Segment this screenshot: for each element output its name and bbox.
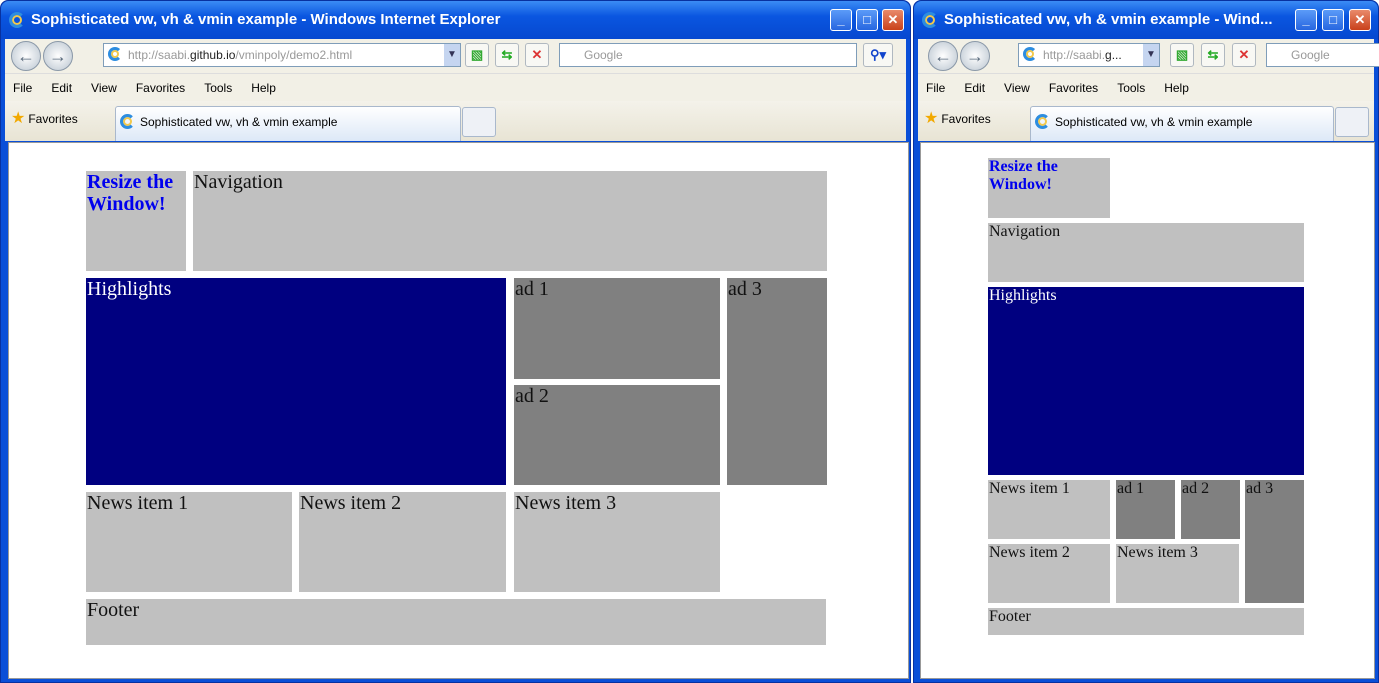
- title-bar: Sophisticated vw, vh & vmin example - Wi…: [914, 1, 1378, 39]
- url-domain: g...: [1105, 48, 1122, 62]
- ad-1: ad 1: [1116, 480, 1175, 539]
- menu-help[interactable]: Help: [1164, 81, 1189, 95]
- menu-edit[interactable]: Edit: [51, 81, 72, 95]
- compatibility-view-button[interactable]: ▧: [465, 43, 489, 67]
- ad-2: ad 2: [514, 385, 720, 485]
- minimize-button[interactable]: _: [1295, 9, 1317, 31]
- stop-button[interactable]: ✕: [1232, 43, 1256, 67]
- maximize-button[interactable]: □: [1322, 9, 1344, 31]
- maximize-button[interactable]: □: [856, 9, 878, 31]
- ie-icon: [120, 114, 135, 129]
- compatibility-view-button[interactable]: ▧: [1170, 43, 1194, 67]
- menu-edit[interactable]: Edit: [964, 81, 985, 95]
- favorites-bar: ★ Favorites Sophisticated vw, vh & vmin e…: [918, 101, 1374, 141]
- back-button[interactable]: ←: [11, 41, 41, 71]
- news-item-3: News item 3: [1116, 544, 1239, 603]
- ie-icon: [1035, 114, 1050, 129]
- ad-2: ad 2: [1181, 480, 1240, 539]
- news-item-3: News item 3: [514, 492, 720, 592]
- navigation-box: Navigation: [988, 223, 1304, 282]
- minimize-button[interactable]: _: [830, 9, 852, 31]
- menu-view[interactable]: View: [1004, 81, 1030, 95]
- highlights-box: Highlights: [86, 278, 506, 485]
- address-bar[interactable]: http://saabi.github.io/vminpoly/demo2.ht…: [103, 43, 461, 67]
- menu-file[interactable]: File: [926, 81, 945, 95]
- footer-box: Footer: [988, 608, 1304, 635]
- stop-button[interactable]: ✕: [525, 43, 549, 67]
- forward-button[interactable]: →: [43, 41, 73, 71]
- star-icon: ★: [11, 110, 26, 127]
- title-bar: Sophisticated vw, vh & vmin example - Wi…: [1, 1, 910, 39]
- tab-label: Sophisticated vw, vh & vmin example: [1055, 115, 1253, 129]
- favorites-button[interactable]: ★ Favorites: [924, 111, 991, 127]
- highlights-box: Highlights: [988, 287, 1304, 475]
- star-icon: ★: [924, 110, 939, 127]
- news-item-2: News item 2: [988, 544, 1110, 603]
- navigation-bar: ← → http://saabi.g... ▼ ▧ ⇆ ✕ Google: [918, 39, 1379, 73]
- tab-active[interactable]: Sophisticated vw, vh & vmin example: [115, 106, 461, 141]
- navigation-box: Navigation: [193, 171, 827, 271]
- news-item-1: News item 1: [86, 492, 292, 592]
- close-button[interactable]: ✕: [882, 9, 904, 31]
- refresh-button[interactable]: ⇆: [1201, 43, 1225, 67]
- search-input[interactable]: Google: [559, 43, 857, 67]
- favorites-label: Favorites: [28, 112, 78, 126]
- menu-help[interactable]: Help: [251, 81, 276, 95]
- search-placeholder: Google: [584, 48, 623, 62]
- tab-label: Sophisticated vw, vh & vmin example: [140, 115, 338, 129]
- menu-bar: File Edit View Favorites Tools Help: [918, 73, 1374, 101]
- menu-view[interactable]: View: [91, 81, 117, 95]
- forward-button[interactable]: →: [960, 41, 990, 71]
- ad-3: ad 3: [727, 278, 827, 485]
- refresh-button[interactable]: ⇆: [495, 43, 519, 67]
- page-icon: [1023, 47, 1037, 61]
- menu-favorites[interactable]: Favorites: [1049, 81, 1098, 95]
- close-button[interactable]: ✕: [1349, 9, 1371, 31]
- url-domain: github.io: [190, 48, 236, 62]
- new-tab-button[interactable]: [1335, 107, 1369, 137]
- ie-icon: [9, 12, 25, 28]
- chevron-down-icon[interactable]: ▼: [444, 44, 460, 66]
- menu-tools[interactable]: Tools: [204, 81, 232, 95]
- resize-heading: Resize the Window!: [988, 158, 1110, 218]
- page-icon: [108, 47, 122, 61]
- menu-file[interactable]: File: [13, 81, 32, 95]
- ad-1: ad 1: [514, 278, 720, 379]
- news-item-2: News item 2: [299, 492, 506, 592]
- menu-favorites[interactable]: Favorites: [136, 81, 185, 95]
- tab-active[interactable]: Sophisticated vw, vh & vmin example: [1030, 106, 1334, 141]
- window-title: Sophisticated vw, vh & vmin example - Wi…: [944, 11, 1273, 28]
- news-item-1: News item 1: [988, 480, 1110, 539]
- url-path: /vminpoly/demo2.html: [235, 48, 353, 62]
- back-button[interactable]: ←: [928, 41, 958, 71]
- favorites-label: Favorites: [941, 112, 991, 126]
- ad-3: ad 3: [1245, 480, 1304, 603]
- menu-bar: File Edit View Favorites Tools Help: [5, 73, 906, 101]
- search-input[interactable]: Google: [1266, 43, 1379, 67]
- url-prefix: http://saabi.: [1043, 48, 1106, 62]
- navigation-bar: ← → http://saabi.github.io/vminpoly/demo…: [5, 39, 906, 73]
- resize-heading: Resize the Window!: [86, 171, 186, 271]
- chevron-down-icon[interactable]: ▼: [1143, 44, 1159, 66]
- footer-box: Footer: [86, 599, 826, 645]
- favorites-button[interactable]: ★ Favorites: [11, 111, 78, 127]
- favorites-bar: ★ Favorites Sophisticated vw, vh & vmin e…: [5, 101, 906, 141]
- search-placeholder: Google: [1291, 48, 1330, 62]
- search-button[interactable]: ⚲▾: [863, 43, 893, 67]
- window-title: Sophisticated vw, vh & vmin example - Wi…: [31, 11, 501, 28]
- menu-tools[interactable]: Tools: [1117, 81, 1145, 95]
- new-tab-button[interactable]: [462, 107, 496, 137]
- ie-icon: [922, 12, 938, 28]
- url-prefix: http://saabi.: [128, 48, 191, 62]
- address-bar[interactable]: http://saabi.g... ▼: [1018, 43, 1160, 67]
